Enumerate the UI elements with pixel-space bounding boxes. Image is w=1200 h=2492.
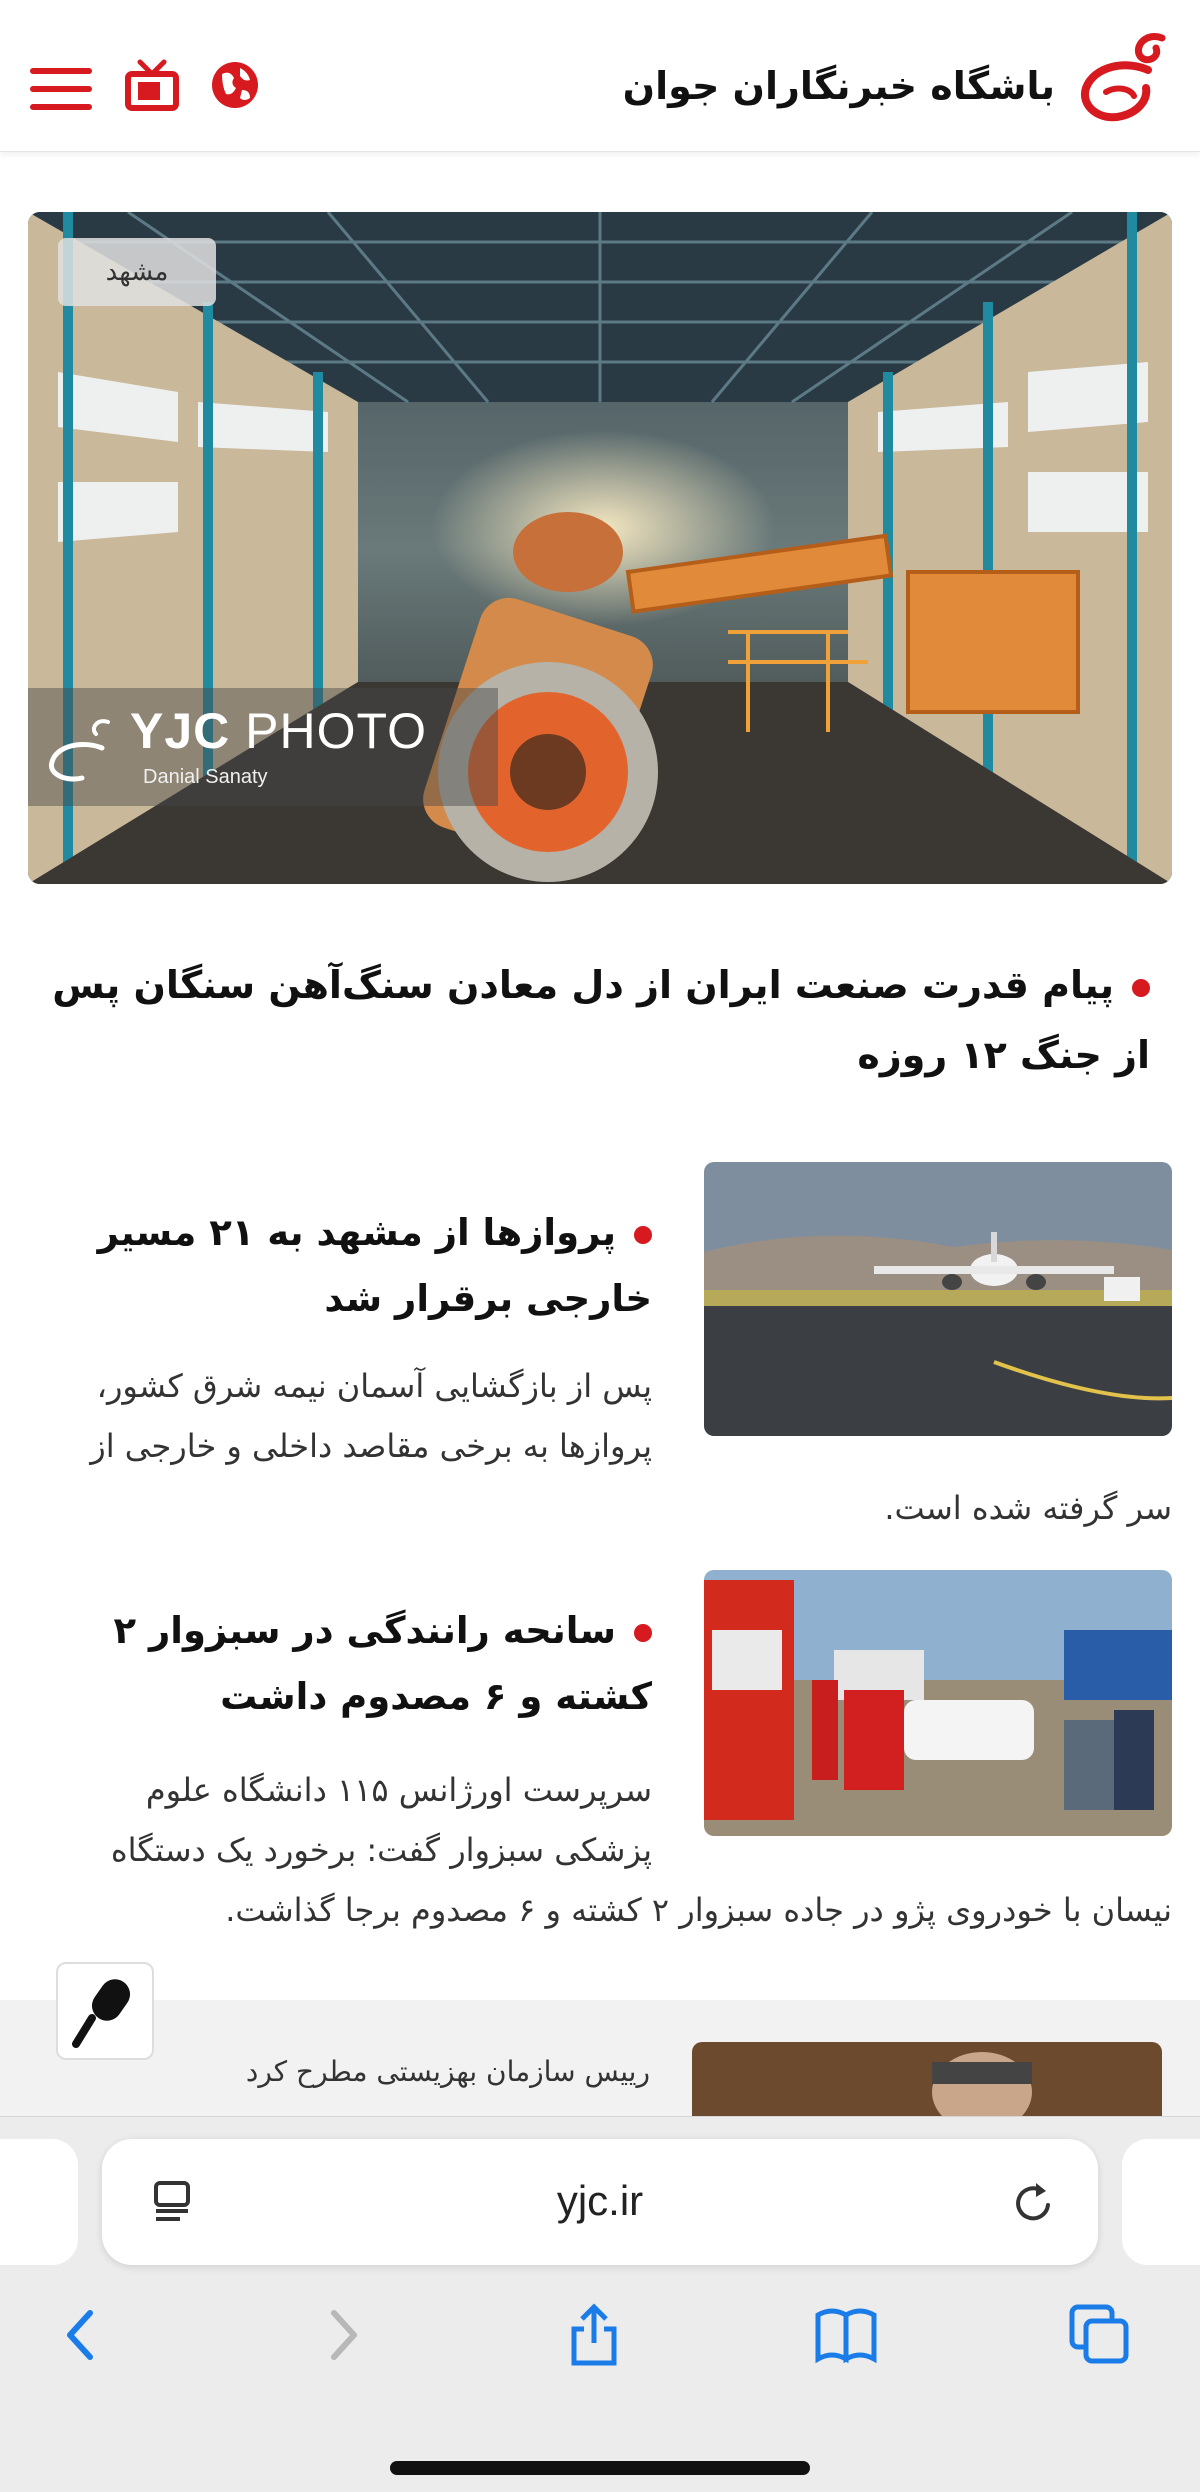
photo-watermark: YJC PHOTO Danial Sanaty <box>28 688 498 806</box>
hero-news-image[interactable]: مشهد YJC PHOTO Danial Sanaty <box>28 212 1172 884</box>
previous-tab-pill[interactable] <box>0 2139 78 2265</box>
next-news-image[interactable] <box>692 2042 1162 2120</box>
next-news-title[interactable]: رییس سازمان بهزیستی مطرح کرد <box>246 2055 650 2088</box>
news-summary-accident-1: سرپرست اورژانس ۱۱۵ دانشگاه علوم <box>145 1771 652 1809</box>
bullet-dot <box>634 1225 652 1244</box>
bullet-dot <box>634 1623 652 1642</box>
news-summary-flights-1: پس از بازگشایی آسمان نیمه شرق کشور، <box>96 1367 652 1405</box>
bookmarks-icon[interactable] <box>814 2303 878 2367</box>
home-indicator[interactable] <box>390 2461 810 2475</box>
news-image-airplane[interactable] <box>704 1162 1172 1436</box>
yjc-logo[interactable] <box>1076 30 1172 130</box>
reload-icon[interactable] <box>1010 2179 1058 2227</box>
watermark-author: Danial Sanaty <box>143 766 268 788</box>
microphone-icon[interactable] <box>56 1962 154 2060</box>
site-title[interactable]: باشگاه خبرنگاران جوان <box>623 64 1055 108</box>
globe-icon[interactable] <box>210 60 260 110</box>
url-text: yjc.ir <box>556 2177 644 2224</box>
yjc-watermark-logo <box>49 719 110 782</box>
share-icon[interactable] <box>562 2303 626 2367</box>
location-tag[interactable]: مشهد <box>58 238 216 306</box>
next-tab-pill[interactable] <box>1122 2139 1200 2265</box>
hero-headline-text: پیام قدرت صنعت ایران از دل معادن سنگ‌آهن… <box>52 963 1150 1077</box>
news-title-accident[interactable]: سانحه رانندگی در سبزوار ۲ کشته و ۶ مصدوم… <box>22 1598 652 1730</box>
news-summary-flights-3: سر گرفته شده است. <box>884 1489 1172 1527</box>
site-header: باشگاه خبرنگاران جوان <box>0 0 1200 152</box>
news-image-accident[interactable] <box>704 1570 1172 1836</box>
bullet-dot <box>1132 978 1150 997</box>
address-bar[interactable]: yjc.ir <box>102 2139 1098 2265</box>
tabs-icon[interactable] <box>1068 2303 1132 2367</box>
tv-icon[interactable] <box>124 58 180 112</box>
news-summary-flights-2: پروازها به برخی مقاصد داخلی و خارجی از <box>90 1427 652 1465</box>
news-title-flights[interactable]: پروازها از مشهد به ۲۱ مسیر خارجی برقرار … <box>22 1200 652 1332</box>
news-summary-accident-2: پزشکی سبزوار گفت: برخورد یک دستگاه <box>110 1831 652 1869</box>
browser-chrome: yjc.ir <box>0 2116 1200 2492</box>
hamburger-menu-icon[interactable] <box>30 68 92 114</box>
hero-headline[interactable]: پیام قدرت صنعت ایران از دل معادن سنگ‌آهن… <box>40 950 1150 1090</box>
news-title-text: سانحه رانندگی در سبزوار ۲ کشته و ۶ مصدوم… <box>113 1609 652 1718</box>
news-title-text: پروازها از مشهد به ۲۱ مسیر خارجی برقرار … <box>97 1211 652 1320</box>
watermark-word: PHOTO <box>245 703 428 759</box>
watermark-brand: YJC <box>130 703 231 759</box>
news-summary-accident-3: نیسان با خودروی پژو در جاده سبزوار ۲ کشت… <box>225 1891 1172 1929</box>
watermark-title: YJC PHOTO <box>130 702 427 760</box>
forward-icon[interactable] <box>310 2303 374 2367</box>
back-icon[interactable] <box>50 2303 114 2367</box>
